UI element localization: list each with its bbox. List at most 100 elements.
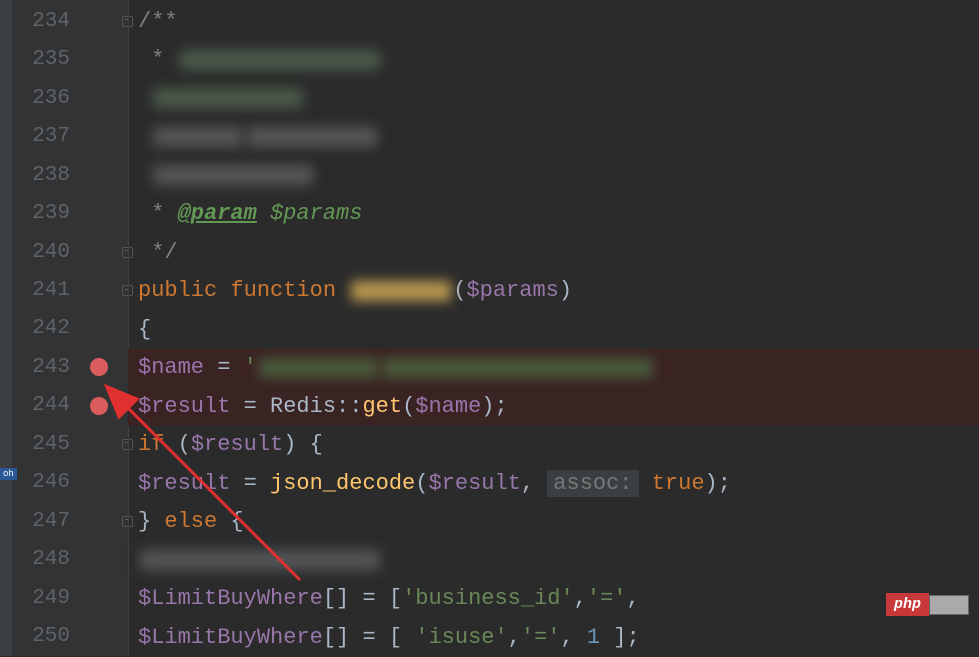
punct-token: ) { [283, 432, 323, 457]
gutter-row[interactable]: 241 − [12, 271, 128, 309]
redacted-text [140, 550, 380, 570]
line-number: 234 [12, 10, 70, 33]
string-token: ' [244, 355, 257, 380]
gutter-row[interactable]: 236 [12, 79, 128, 117]
code-line[interactable]: $LimitBuyWhere[] = [ 'isuse','=', 1 ]; [128, 618, 979, 657]
line-number: 245 [12, 433, 70, 456]
code-line[interactable]: /** [128, 2, 979, 41]
code-line[interactable]: */ [128, 233, 979, 272]
punct-token: ); [481, 394, 507, 419]
var-token: $name [138, 355, 204, 380]
code-line[interactable] [128, 118, 979, 157]
string-token: '=' [587, 586, 627, 611]
code-line[interactable]: if ($result) { [128, 426, 979, 465]
gutter-row[interactable]: 246 [12, 464, 128, 502]
code-line[interactable]: * [128, 41, 979, 80]
keyword-token: function [230, 278, 336, 303]
redacted-text [180, 50, 380, 70]
gutter-row[interactable]: 249 [12, 579, 128, 617]
code-line[interactable] [128, 541, 979, 580]
op-token: = [230, 394, 270, 419]
var-token: $name [415, 394, 481, 419]
space [217, 278, 230, 303]
code-line[interactable]: { [128, 310, 979, 349]
punct-token: } [138, 509, 164, 534]
code-line[interactable]: * @param $params [128, 195, 979, 234]
php-watermark: php [886, 593, 969, 616]
keyword-token: if [138, 432, 164, 457]
keyword-token: public [138, 278, 217, 303]
gutter-row[interactable]: 244 [12, 387, 128, 425]
code-line[interactable]: $LimitBuyWhere[] = ['business_id','=', [128, 580, 979, 619]
line-number: 241 [12, 279, 70, 302]
line-number: 247 [12, 510, 70, 533]
comment-token: * [138, 201, 178, 226]
punct-token: { [138, 317, 151, 342]
line-number: 244 [12, 394, 70, 417]
param-hint: assoc: [547, 470, 638, 497]
code-line[interactable]: $result = json_decode($result, assoc: tr… [128, 464, 979, 503]
php-badge-box [929, 595, 969, 615]
code-area[interactable]: /** * * @param $params */ public functio… [128, 0, 979, 656]
space [336, 278, 349, 303]
method-token: get [362, 394, 402, 419]
number-token: 1 [587, 625, 600, 650]
code-line[interactable]: } else { [128, 503, 979, 542]
comment-token [257, 201, 270, 226]
line-number: 242 [12, 317, 70, 340]
gutter-row[interactable]: 243 [12, 348, 128, 386]
line-number: 249 [12, 587, 70, 610]
keyword-token: else [164, 509, 217, 534]
gutter-row[interactable]: 235 [12, 40, 128, 78]
line-number: 240 [12, 241, 70, 264]
gutter-row[interactable]: 242 [12, 310, 128, 348]
var-token: $LimitBuyWhere [138, 586, 323, 611]
code-line-breakpoint[interactable]: $result = Redis::get($name); [128, 387, 979, 426]
comment-token: /** [138, 9, 178, 34]
line-number: 250 [12, 625, 70, 648]
gutter-row[interactable]: 240 − [12, 233, 128, 271]
code-line[interactable] [128, 79, 979, 118]
gutter-row[interactable]: 248 [12, 541, 128, 579]
left-strip [0, 0, 12, 656]
gutter-row[interactable]: 239 [12, 194, 128, 232]
gutter-row[interactable]: 238 [12, 156, 128, 194]
line-number: 243 [12, 356, 70, 379]
string-token: '=' [521, 625, 561, 650]
small-annotation-tag: oh [0, 468, 17, 480]
gutter[interactable]: 234 − 235 236 237 238 239 240 − 241 − 24… [12, 0, 128, 656]
comment-token [138, 86, 151, 111]
code-line-breakpoint[interactable]: $name = ' [128, 349, 979, 388]
comment-token: */ [138, 240, 178, 265]
redacted-text [383, 358, 653, 378]
gutter-row[interactable]: 247 − [12, 502, 128, 540]
gutter-row[interactable]: 245 − [12, 425, 128, 463]
punct-token: ) [559, 278, 572, 303]
string-token: 'isuse' [415, 625, 507, 650]
breakpoint-icon[interactable] [90, 358, 108, 376]
func-token: json_decode [270, 471, 415, 496]
code-line[interactable] [128, 156, 979, 195]
code-line[interactable]: public function ($params) [128, 272, 979, 311]
line-number: 246 [12, 471, 70, 494]
punct-token: , [521, 471, 547, 496]
op-token: = [204, 355, 244, 380]
line-number: 235 [12, 48, 70, 71]
punct-token: { [217, 509, 243, 534]
var-token: $result [138, 471, 230, 496]
gutter-row[interactable]: 234 − [12, 2, 128, 40]
redacted-text [247, 127, 377, 147]
gutter-row[interactable]: 237 [12, 117, 128, 155]
doctag-token: @param [178, 201, 257, 226]
doc-var-token: $params [270, 201, 362, 226]
punct-token: , [508, 625, 521, 650]
breakpoint-icon[interactable] [90, 397, 108, 415]
punct-token: , [574, 586, 587, 611]
const-token: true [652, 471, 705, 496]
punct-token: [] = [ [323, 625, 415, 650]
punct-token: , [627, 586, 640, 611]
class-token: Redis [270, 394, 336, 419]
gutter-row[interactable]: 250 [12, 618, 128, 656]
space [639, 471, 652, 496]
line-number: 236 [12, 87, 70, 110]
